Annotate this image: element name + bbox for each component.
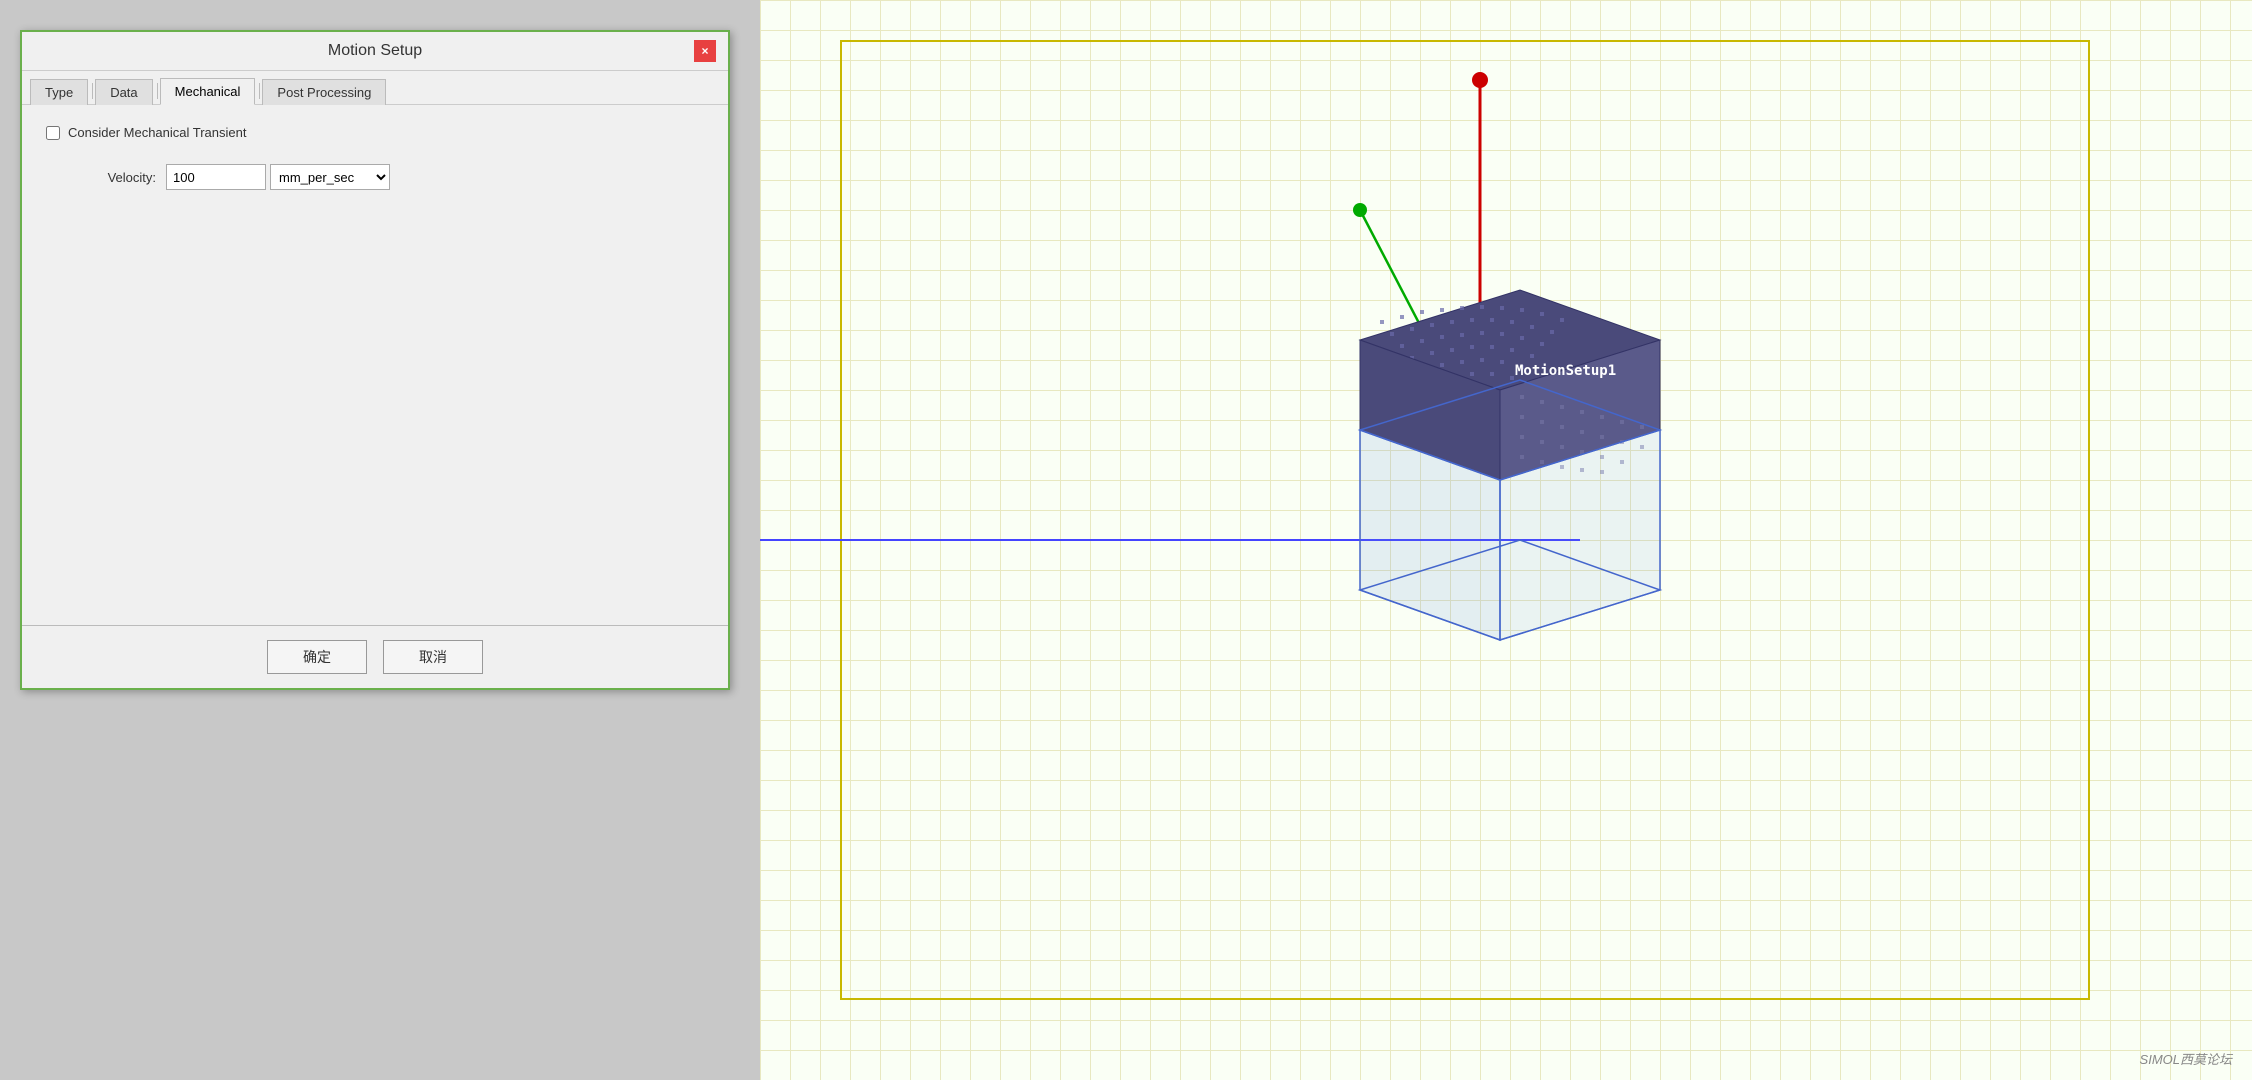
- cancel-button[interactable]: 取消: [383, 640, 483, 674]
- mechanical-transient-label: Consider Mechanical Transient: [68, 125, 246, 140]
- tab-bar: Type Data Mechanical Post Processing: [22, 71, 728, 105]
- velocity-label: Velocity:: [86, 170, 156, 185]
- dialog-titlebar: Motion Setup ×: [22, 32, 728, 71]
- tab-post-processing[interactable]: Post Processing: [262, 79, 386, 105]
- velocity-row: Velocity: mm_per_sec m_per_sec in_per_se…: [86, 164, 704, 190]
- tab-separator-3: [259, 83, 260, 99]
- scene-svg: MotionSetup1: [760, 0, 2252, 1080]
- velocity-unit-select[interactable]: mm_per_sec m_per_sec in_per_sec ft_per_s…: [270, 164, 390, 190]
- dialog-body: Consider Mechanical Transient Velocity: …: [22, 105, 728, 625]
- motion-setup-dialog: Motion Setup × Type Data Mechanical Post…: [20, 30, 730, 690]
- left-panel: Motion Setup × Type Data Mechanical Post…: [0, 0, 760, 1080]
- dialog-footer: 确定 取消: [22, 626, 728, 688]
- tab-mechanical[interactable]: Mechanical: [160, 78, 256, 105]
- watermark: SIMOL西莫论坛: [2140, 1049, 2232, 1068]
- ok-button[interactable]: 确定: [267, 640, 367, 674]
- tab-separator-1: [92, 83, 93, 99]
- mechanical-transient-checkbox[interactable]: [46, 126, 60, 140]
- 3d-viewport[interactable]: MotionSetup1 SIMOL西莫论坛: [760, 0, 2252, 1080]
- tab-type[interactable]: Type: [30, 79, 88, 105]
- dialog-title: Motion Setup: [56, 42, 694, 60]
- tab-separator-2: [157, 83, 158, 99]
- velocity-input[interactable]: [166, 164, 266, 190]
- object-label: MotionSetup1: [1515, 363, 1616, 379]
- tab-data[interactable]: Data: [95, 79, 152, 105]
- close-button[interactable]: ×: [694, 40, 716, 62]
- mechanical-transient-row: Consider Mechanical Transient: [46, 125, 704, 140]
